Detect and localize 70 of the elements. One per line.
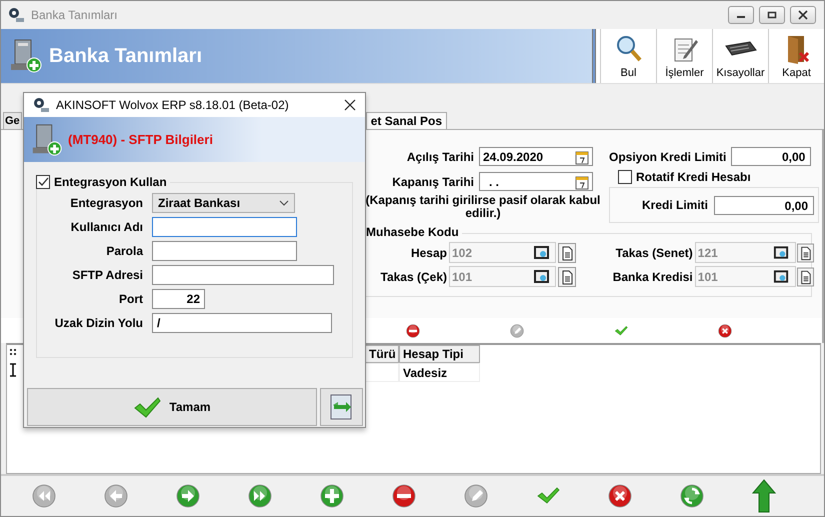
tab[interactable]: et Sanal Pos <box>366 112 448 129</box>
field-label: Parola <box>105 244 143 258</box>
field-label: Uzak Dizin Yolu <box>54 316 143 330</box>
close-button[interactable] <box>790 6 816 24</box>
input-field[interactable]: 22 <box>152 289 205 309</box>
group-title: Muhasebe Kodu <box>366 225 462 239</box>
column-header[interactable]: Hesap Tipi <box>399 345 480 363</box>
close-icon[interactable] <box>718 324 732 338</box>
fast-forward-icon[interactable] <box>248 484 272 508</box>
restore-button[interactable] <box>759 6 785 24</box>
close-icon <box>798 10 808 20</box>
page-title: Banka Tanımları <box>49 44 202 68</box>
tab[interactable]: Ge <box>3 112 22 129</box>
field-label: Takas (Senet) <box>614 246 693 260</box>
table-cell: Vadesiz <box>399 363 480 382</box>
book-search-icon[interactable] <box>533 268 551 286</box>
close-icon[interactable] <box>608 484 632 508</box>
check-icon[interactable] <box>614 324 628 338</box>
check-icon <box>38 176 48 188</box>
plus-icon[interactable] <box>320 484 344 508</box>
document-icon[interactable] <box>558 266 576 286</box>
text-cursor-icon <box>7 363 19 377</box>
field-label: Açılış Tarihi <box>406 150 474 164</box>
close-icon <box>344 99 356 111</box>
calendar-icon[interactable] <box>575 148 589 164</box>
window-title: Banka Tanımları <box>31 8 118 22</box>
dropdown[interactable]: Ziraat Bankası <box>152 193 295 213</box>
minus-icon[interactable] <box>406 324 420 338</box>
field-label: Kredi Limiti <box>642 198 708 212</box>
check-icon <box>133 396 162 418</box>
up-arrow-icon[interactable] <box>752 479 776 513</box>
field-label: Hesap <box>410 246 447 260</box>
app-icon <box>7 6 25 24</box>
column-header[interactable]: Türü <box>365 345 399 363</box>
computer-add-icon <box>9 38 43 74</box>
checkbox[interactable]: Entegrasyon Kullan <box>36 175 170 189</box>
field-label: Kullanıcı Adı <box>70 220 143 234</box>
calendar-icon[interactable] <box>575 174 589 190</box>
computer-add-icon <box>30 122 64 156</box>
input-field[interactable]: 0,00 <box>731 147 812 166</box>
document-icon[interactable] <box>797 266 814 286</box>
chevron-down-icon <box>279 200 289 206</box>
app-icon <box>32 96 50 114</box>
swap-button[interactable] <box>320 388 363 426</box>
hint-text: (Kapanış tarihi girilirse pasif olarak kabul edilir.) <box>365 194 601 220</box>
field-label: Port <box>118 292 143 306</box>
input-field[interactable] <box>152 241 297 261</box>
document-icon[interactable] <box>797 242 814 262</box>
input-field[interactable] <box>152 217 297 237</box>
ok-button[interactable]: Tamam <box>27 388 317 426</box>
field-label: Kapanış Tarihi <box>391 174 474 188</box>
dialog-title: AKINSOFT Wolvox ERP s8.18.01 (Beta-02) <box>56 98 289 112</box>
input-field[interactable]: 0,00 <box>714 196 814 214</box>
date-field[interactable]: . . <box>479 172 593 191</box>
minus-icon[interactable] <box>392 484 416 508</box>
book-search-icon[interactable] <box>533 244 551 262</box>
input-field[interactable]: / <box>152 313 332 333</box>
dialog-heading: (MT940) - SFTP Bilgileri <box>68 132 213 147</box>
document-icon[interactable] <box>558 242 576 262</box>
refresh-icon[interactable] <box>680 484 704 508</box>
maximize-icon <box>767 10 777 20</box>
field-label: Opsiyon Kredi Limiti <box>609 150 726 164</box>
field-label: Entegrasyon <box>69 196 143 210</box>
field-label: Takas (Çek) <box>380 270 447 284</box>
date-field[interactable]: 24.09.2020 <box>479 147 593 166</box>
input-field[interactable] <box>152 265 334 285</box>
field-label: Banka Kredisi <box>612 270 693 284</box>
field-label: SFTP Adresi <box>71 268 143 282</box>
minimize-button[interactable] <box>728 6 754 24</box>
checkbox[interactable]: Rotatif Kredi Hesabı <box>618 169 819 185</box>
